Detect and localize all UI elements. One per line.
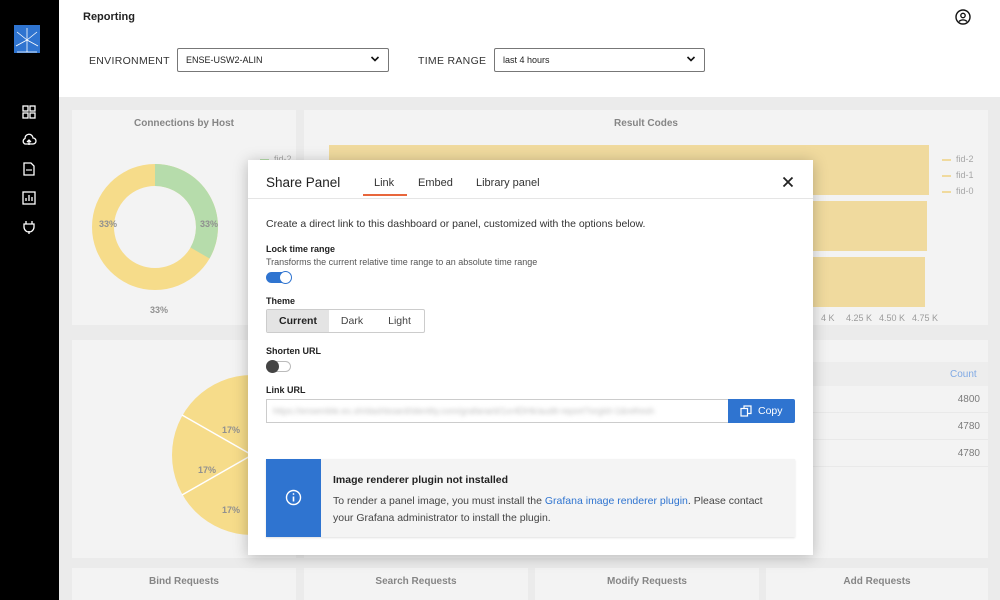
table-row: 4780	[794, 440, 988, 467]
tab-link[interactable]: Link	[374, 177, 394, 189]
x-tick-label: 4.50 K	[879, 313, 906, 323]
share-description: Create a direct link to this dashboard o…	[266, 218, 646, 230]
page-title: Reporting	[83, 11, 135, 23]
time-range-select[interactable]: last 4 hours	[494, 48, 705, 72]
alert-accent	[266, 459, 321, 537]
legend-item: fid-0	[942, 186, 974, 196]
modal-title: Share Panel	[266, 175, 341, 190]
close-icon[interactable]	[781, 175, 795, 189]
theme-option-current[interactable]: Current	[267, 310, 329, 332]
environment-value: ENSE-USW2-ALIN	[186, 55, 263, 65]
sidebar	[0, 0, 59, 600]
legend-label: fid-2	[956, 154, 974, 164]
environment-select[interactable]: ENSE-USW2-ALIN	[177, 48, 389, 72]
legend-label: fid-1	[956, 170, 974, 180]
environment-label: ENVIRONMENT	[89, 55, 170, 67]
tab-embed[interactable]: Embed	[418, 177, 453, 189]
info-icon	[285, 489, 302, 506]
alert-text: To render a panel image, you must instal…	[333, 495, 545, 507]
cloud-upload-icon[interactable]	[21, 132, 37, 148]
bind-requests-panel: Bind Requests	[72, 568, 296, 600]
x-tick-label: 4.75 K	[912, 313, 939, 323]
table-header: Count	[794, 362, 988, 386]
add-requests-panel: Add Requests	[766, 568, 988, 600]
alert-body: To render a panel image, you must instal…	[333, 493, 783, 527]
user-account-icon[interactable]	[955, 9, 971, 25]
chevron-down-icon	[686, 56, 696, 62]
donut-slice-green	[154, 164, 218, 259]
legend-item: fid-1	[942, 170, 974, 180]
column-header-count[interactable]: Count	[950, 369, 977, 380]
pie-chart	[172, 375, 256, 535]
search-requests-panel: Search Requests	[304, 568, 528, 600]
table-row: 4800	[794, 386, 988, 413]
panel-title: Modify Requests	[606, 576, 687, 587]
dashboard-grid-icon[interactable]	[21, 104, 37, 120]
slice-label: 17%	[222, 425, 241, 435]
lock-time-range-toggle[interactable]	[266, 271, 292, 284]
slice-label: 33%	[200, 219, 219, 229]
slice-label: 17%	[198, 465, 217, 475]
legend-swatch	[942, 190, 951, 193]
legend-swatch	[942, 174, 951, 177]
copy-icon	[740, 405, 752, 417]
shorten-url-label: Shorten URL	[266, 346, 321, 356]
slice-label: 33%	[99, 219, 118, 229]
theme-selector: Current Dark Light	[266, 309, 425, 333]
slice-label: 33%	[150, 305, 169, 315]
toggle-knob	[279, 271, 292, 284]
divider	[248, 198, 813, 199]
shorten-url-toggle[interactable]	[266, 360, 291, 373]
modify-requests-panel: Modify Requests	[535, 568, 759, 600]
legend-swatch	[942, 158, 951, 161]
table-cell: 4800	[957, 394, 980, 405]
x-tick-label: 4 K	[821, 313, 835, 323]
table-cell: 4780	[957, 421, 980, 432]
document-icon[interactable]	[21, 161, 37, 177]
theme-option-light[interactable]: Light	[375, 310, 424, 332]
x-tick-label: 4.25 K	[846, 313, 873, 323]
filter-bar: ENVIRONMENT ENSE-USW2-ALIN TIME RANGE la…	[59, 37, 1000, 97]
panel-title: Search Requests	[375, 576, 457, 587]
renderer-plugin-link[interactable]: Grafana image renderer plugin	[545, 495, 688, 507]
panel-title: Bind Requests	[148, 576, 219, 587]
panel-title: Add Requests	[843, 576, 911, 587]
table-cell: 4780	[957, 448, 980, 459]
slice-label: 17%	[222, 505, 241, 515]
tab-library-panel[interactable]: Library panel	[476, 177, 540, 189]
link-url-value: https://ensemble.ex.sh/dashboard/identit…	[273, 406, 655, 416]
time-range-value: last 4 hours	[503, 55, 550, 65]
toggle-knob	[266, 360, 279, 373]
renderer-plugin-alert: Image renderer plugin not installed To r…	[266, 459, 795, 537]
chevron-down-icon	[370, 56, 380, 62]
copy-button[interactable]: Copy	[728, 399, 795, 423]
theme-option-dark[interactable]: Dark	[329, 310, 375, 332]
table-row: 4780	[794, 413, 988, 440]
alert-title: Image renderer plugin not installed	[333, 474, 509, 486]
active-tab-indicator	[363, 194, 407, 196]
legend-item: fid-2	[942, 154, 974, 164]
link-url-input[interactable]: https://ensemble.ex.sh/dashboard/identit…	[266, 399, 728, 423]
time-range-label: TIME RANGE	[418, 55, 487, 67]
copy-button-label: Copy	[758, 405, 783, 417]
theme-label: Theme	[266, 296, 296, 306]
lock-time-range-description: Transforms the current relative time ran…	[266, 257, 538, 267]
link-url-label: Link URL	[266, 385, 306, 395]
top-header: Reporting	[59, 0, 1000, 37]
share-panel-modal: Share Panel Link Embed Library panel Cre…	[248, 160, 813, 555]
logo-icon	[14, 25, 40, 53]
lock-time-range-label: Lock time range	[266, 244, 336, 254]
reports-chart-icon[interactable]	[21, 190, 37, 206]
panel-title: Result Codes	[614, 118, 678, 129]
plug-icon[interactable]	[21, 219, 37, 235]
legend-label: fid-0	[956, 186, 974, 196]
panel-title: Connections by Host	[133, 118, 234, 129]
